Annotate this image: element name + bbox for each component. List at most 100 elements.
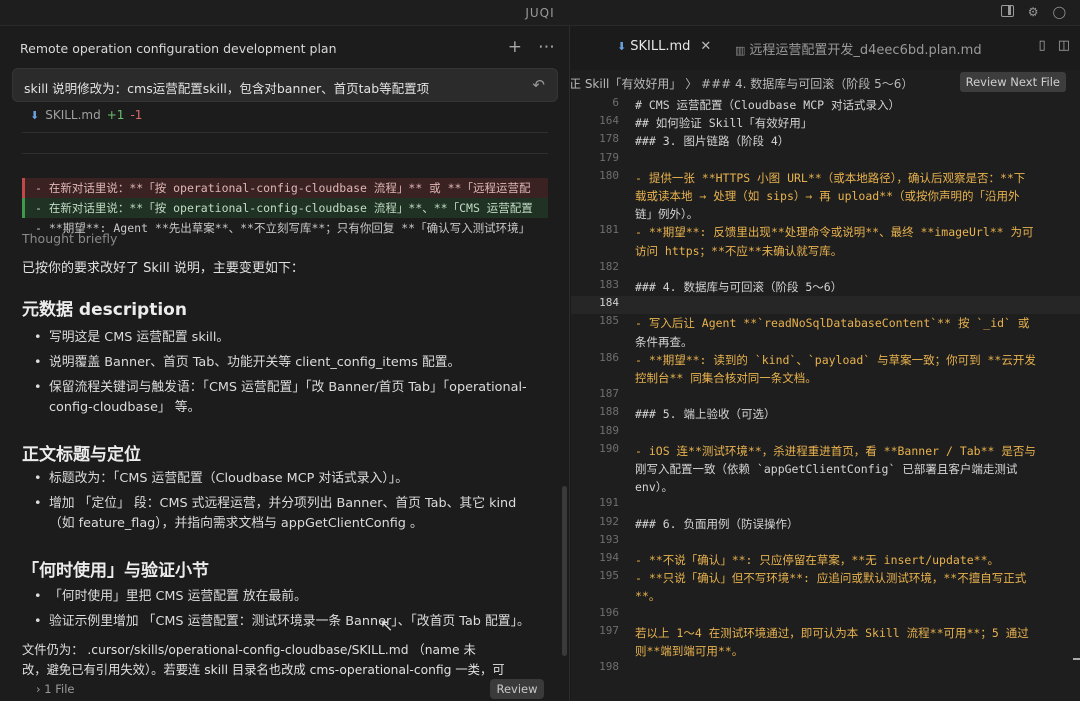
code-line[interactable]: 192 ### 6. 负面用例（防误操作） [571,515,1080,533]
more-options-icon[interactable]: ⋯ [538,37,555,57]
code-line[interactable]: 188 ### 5. 端上验收（可选） [571,405,1080,423]
toggle-panel-icon[interactable] [1000,5,1014,17]
list-item: 增加 「定位」 段：CMS 式远程运营，并分项列出 Banner、首页 Tab、… [34,494,540,534]
breadcrumb-path: 正 Skill「有效好用」 〉 ### 4. 数据库与可回滚（阶段 5～6） [571,77,914,91]
code-line[interactable]: 链」例外）。 [571,205,1080,223]
section-heading-1: 元数据 description [22,300,187,320]
code-line[interactable]: 164 ## 如何验证 Skill「有效好用」 [571,114,1080,132]
user-message-text: skill 说明修改为：cms运营配置skill，包含对banner、首页tab… [24,81,430,96]
code-line[interactable]: 198 [571,660,1080,678]
line-number: 197 [599,623,619,637]
new-chat-icon[interactable]: + [508,37,522,57]
line-number: 180 [599,168,619,182]
code-line[interactable]: 189 [571,424,1080,442]
line-content: 刚写入配置一致（依赖 `appGetClientConfig` 已部署且客户端走… [635,462,1018,476]
section-heading-2: 正文标题与定位 [22,445,141,465]
list-item: 「何时使用」里把 CMS 运营配置 放在最前。 [34,587,540,607]
line-content: - **不说「确认」**: 只应停留在草案，**无 insert/update*… [635,553,1000,567]
code-line[interactable]: 178 ### 3. 图片链路（阶段 4） [571,132,1080,150]
file-note-line-1: 文件仍为： .cursor/skills/operational-config-… [22,643,476,657]
tab-plan-md[interactable]: ▥ 远程运营配置开发_d4eec6bd.plan.md [735,39,982,58]
code-line[interactable]: 访问 https；**不应**未确认就写库。 [571,242,1080,260]
code-line[interactable]: 185 - 写入后让 Agent **`readNoSqlDatabaseCont… [571,314,1080,332]
list-item: 验证示例里增加 「CMS 运营配置：测试环境录一条 Banner」、「改首页 T… [34,612,540,632]
section-heading-3: 「何时使用」与验证小节 [22,561,209,581]
line-number: 164 [599,114,619,128]
line-content: - 写入后让 Agent **`readNoSqlDatabaseContent… [635,316,1030,331]
response-intro: 已按你的要求改好了 Skill 说明，主要变更如下： [22,261,304,276]
code-line[interactable]: 6 # CMS 运营配置（Cloudbase MCP 对话式录入） [571,96,1080,114]
code-line[interactable]: 条件再查。 [571,333,1080,351]
line-number: 183 [599,278,619,291]
code-line[interactable]: 182 [571,260,1080,278]
layout-icon[interactable]: ◫ [1058,38,1070,53]
tab-label: SKILL.md [630,39,691,54]
list-item: 写明这是 CMS 运营配置 skill。 [34,328,540,348]
code-line[interactable]: 刚写入配置一致（依赖 `appGetClientConfig` 已部署且客户端走… [571,460,1080,478]
code-line[interactable]: 194 - **不说「确认」**: 只应停留在草案，**无 insert/upda… [571,551,1080,569]
line-number: 6 [612,96,619,109]
scroll-marker [1073,658,1080,660]
line-content: 载或读本地 → 处理（如 sips）→ 再 upload**（或按你声明的「沿用… [635,189,1020,203]
code-line[interactable]: **。 [571,587,1080,605]
code-line[interactable]: env）。 [571,478,1080,496]
title-bar: JUQI ⚙ ◯ [0,0,1080,26]
code-line[interactable]: 179 [571,151,1080,169]
chat-footer: › 1 File Review [0,678,569,701]
split-editor-icon[interactable]: ▯ [1039,38,1046,53]
code-line[interactable]: 180 - 提供一张 **HTTPS 小图 URL**（或本地路径），确认后观察是… [571,169,1080,187]
account-icon[interactable]: ◯ [1053,5,1066,19]
line-content: 控制台** 同集合核对同一条文档。 [635,371,817,385]
diff-divider [22,132,548,154]
changed-files-toggle[interactable]: › 1 File [36,682,74,696]
list-item: 保留流程关键词与触发语：「CMS 运营配置」「改 Banner/首页 Tab」「… [34,378,540,418]
line-content: 若以上 1～4 在测试环境通过，即可认为本 Skill 流程**可用**；5 通… [635,625,1029,640]
code-line[interactable]: 186 - **期望**: 读到的 `kind`、`payload` 与草案一致；… [571,351,1080,369]
code-line[interactable]: 控制台** 同集合核对同一条文档。 [571,369,1080,387]
review-next-file-button[interactable]: Review Next File [959,72,1066,92]
code-line[interactable]: 187 [571,387,1080,405]
line-number: 184 [599,296,619,310]
code-line[interactable]: 196 [571,606,1080,624]
undo-icon[interactable]: ↶ [532,76,545,94]
diff-added-count: +1 [106,108,125,122]
chat-scrollbar[interactable] [562,486,567,656]
code-line[interactable]: 191 [571,496,1080,514]
line-number: 191 [599,496,619,510]
line-content: ## 如何验证 Skill「有效好用」 [635,116,813,131]
code-line[interactable]: 载或读本地 → 处理（如 sips）→ 再 upload**（或按你声明的「沿用… [571,187,1080,205]
code-line[interactable]: 193 [571,533,1080,551]
list-item: 说明覆盖 Banner、首页 Tab、功能开关等 client_config_i… [34,353,540,373]
line-number: 182 [599,259,619,273]
code-line[interactable]: 190 - iOS 连**测试环境**，杀进程重进首页，看 **Banner / … [571,442,1080,460]
line-content: - **只说「确认」但不写环境**: 应追问或默认测试环境，**不擅自写正式 [635,571,1027,586]
close-icon[interactable]: ✕ [700,39,711,54]
mouse-cursor-icon: ↖ [380,616,394,635]
list-item: 标题改为：「CMS 运营配置（Cloudbase MCP 对话式录入）」。 [34,469,540,489]
thought-label[interactable]: Thought briefly [22,231,117,246]
chat-panel: Remote operation configuration developme… [0,26,570,701]
line-number: 178 [599,132,619,146]
diff-removed-count: -1 [130,108,143,122]
code-line[interactable]: 184 [571,296,1080,315]
review-button[interactable]: Review [490,679,544,699]
code-line[interactable]: 195 - **只说「确认」但不写环境**: 应追问或默认测试环境，**不擅自写正… [571,569,1080,587]
code-line[interactable]: 183 ### 4. 数据库与可回滚（阶段 5～6） [571,278,1080,296]
diff-file-name: SKILL.md [45,108,101,122]
diff-file-header[interactable]: ⬇ SKILL.md +1 -1 [30,108,142,122]
line-content: 条件再查。 [635,334,693,349]
code-line[interactable]: 181 - **期望**: 反馈里出现**处理命令或说明**、最终 **image… [571,223,1080,241]
line-number: 190 [599,441,619,455]
editor-tabs: ⬇ SKILL.md ✕ ▥ 远程运营配置开发_d4eec6bd.plan.md ▯ … [571,26,1080,70]
document-icon: ▥ [735,44,746,57]
line-number: 195 [599,569,619,583]
editor-panel: ⬇ SKILL.md ✕ ▥ 远程运营配置开发_d4eec6bd.plan.md ▯ … [571,26,1080,701]
code-line[interactable]: 则**端到端可用**。 [571,642,1080,660]
file-note-line-2: 改，避免已有引用失效）。若要连 skill 目录名也改成 cms-operati… [22,663,505,677]
user-message[interactable]: skill 说明修改为：cms运营配置skill，包含对banner、首页tab… [12,68,558,102]
window-title: JUQI [525,6,555,20]
code-line[interactable]: 197 若以上 1～4 在测试环境通过，即可认为本 Skill 流程**可用**；… [571,624,1080,642]
markdown-file-icon: ⬇ [617,40,627,53]
settings-icon[interactable]: ⚙ [1028,5,1039,19]
tab-skill-md[interactable]: ⬇ SKILL.md ✕ [617,39,711,54]
